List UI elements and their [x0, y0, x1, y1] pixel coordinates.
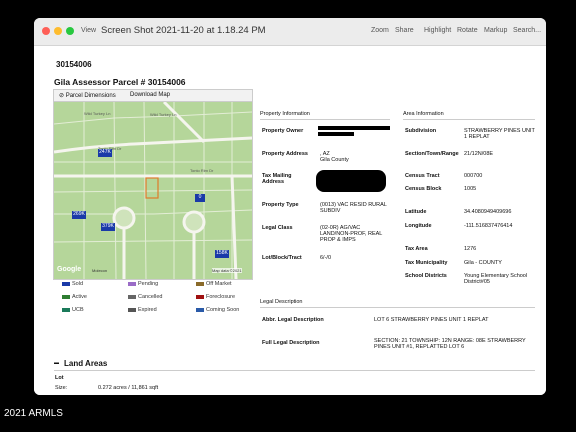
longitude-value: -111.516837476414: [464, 223, 513, 229]
redaction-bar: [316, 170, 386, 192]
share-button[interactable]: Share: [395, 27, 414, 34]
subdivision-label: Subdivision: [405, 128, 437, 134]
street-label: Wild Turkey Ln: [150, 112, 177, 117]
lot-block-tract-label: Lot/Block/Tract: [262, 255, 302, 261]
legend-sold: Sold: [62, 281, 83, 287]
full-legal-description-label: Full Legal Description: [262, 340, 320, 346]
copyright-notice: 2021 ARMLS: [4, 408, 63, 419]
legend-off-market: Off Market: [196, 281, 232, 287]
school-districts-label: School Districts: [405, 273, 447, 279]
page-heading: Gila Assessor Parcel # 30154006: [54, 77, 186, 87]
property-type-value: (0013) VAC RESID RURAL SUBDIV: [320, 202, 387, 214]
land-areas-icon: ▬: [54, 360, 59, 366]
street-label: Wild Turkey Ln: [84, 111, 111, 116]
map-data-attribution: Map data ©2021: [212, 268, 242, 273]
sold-marker[interactable]: 158K: [215, 250, 229, 258]
divider: [260, 307, 535, 308]
download-map-tab[interactable]: Download Map: [130, 92, 170, 98]
legal-class-label: Legal Class: [262, 225, 293, 231]
legend-active: Active: [62, 294, 87, 300]
divider: [403, 119, 535, 120]
full-legal-description-value: SECTION: 21 TOWNSHIP: 12N RANGE: 08E STR…: [374, 338, 526, 350]
coming-soon-swatch: [196, 307, 204, 312]
size-value: 0.272 acres / 11,861 sqft: [98, 385, 159, 391]
property-address-value: , AZ Gila County: [320, 151, 349, 163]
sold-swatch: [62, 281, 70, 286]
section-town-range-label: Section/Town/Range: [405, 151, 459, 157]
map-tab-bar: ⊘ Parcel Dimensions Download Map: [54, 90, 252, 102]
section-town-range-value: 21/12N/08E: [464, 151, 494, 157]
property-info-title: Property Information: [260, 111, 310, 117]
view-menu-button[interactable]: View: [81, 27, 96, 34]
size-label: Size:: [55, 385, 68, 391]
tax-mailing-address-label: Tax Mailing Address: [262, 173, 292, 185]
pending-swatch: [128, 281, 136, 286]
legend-pending: Pending: [128, 281, 158, 287]
legend-foreclosure: Foreclosure: [196, 294, 235, 300]
preview-window: View Screen Shot 2021-11-20 at 1.18.24 P…: [34, 18, 546, 395]
divider: [260, 119, 390, 120]
subdivision-value: STRAWBERRY PINES UNIT 1 REPLAT: [464, 128, 535, 140]
latitude-label: Latitude: [405, 209, 427, 215]
latitude-value: 34.4080949409696: [464, 209, 512, 215]
ucb-swatch: [62, 307, 70, 312]
active-swatch: [62, 294, 70, 299]
rotate-button[interactable]: Rotate: [457, 27, 478, 34]
sold-marker[interactable]: 0: [195, 194, 205, 202]
area-info-title: Area Information: [403, 111, 444, 117]
redaction-bar: [318, 132, 354, 136]
zoom-window-button[interactable]: [66, 27, 74, 35]
lot-block-tract-value: 6/-/0: [320, 255, 332, 261]
lot-subheading: Lot: [55, 375, 64, 381]
legal-description-title: Legal Description: [260, 299, 303, 305]
google-logo: Google: [57, 266, 82, 273]
markup-button[interactable]: Markup: [484, 27, 507, 34]
parcel-dimensions-tab[interactable]: ⊘ Parcel Dimensions: [59, 92, 116, 99]
longitude-label: Longitude: [405, 223, 432, 229]
molecon-attribution: Molecon: [92, 268, 108, 273]
zoom-button[interactable]: Zoom: [371, 27, 389, 34]
abbr-legal-description-label: Abbr. Legal Description: [262, 317, 324, 323]
window-title: Screen Shot 2021-11-20 at 1.18.24 PM: [101, 25, 266, 36]
property-owner-label: Property Owner: [262, 128, 304, 134]
census-block-label: Census Block: [405, 186, 442, 192]
property-type-label: Property Type: [262, 202, 299, 208]
divider: [54, 370, 535, 371]
map-panel: ⊘ Parcel Dimensions Download Map Rim Dr …: [53, 89, 253, 280]
off-market-swatch: [196, 281, 204, 286]
highlight-button[interactable]: Highlight: [424, 27, 451, 34]
abbr-legal-description-value: LOT 6 STRAWBERRY PINES UNIT 1 REPLAT: [374, 317, 489, 323]
census-tract-value: 000700: [464, 173, 483, 179]
redaction-bar: [318, 126, 390, 130]
land-areas-title: Land Areas: [64, 359, 108, 368]
title-bar: View Screen Shot 2021-11-20 at 1.18.24 P…: [34, 18, 546, 46]
parcel-map[interactable]: Tonto Rim Dr Tonto Rim Dr Wild Turkey Ln…: [54, 102, 252, 279]
legend-cancelled: Cancelled: [128, 294, 162, 300]
expired-swatch: [128, 307, 136, 312]
census-block-value: 1005: [464, 186, 477, 192]
sold-marker[interactable]: 269K: [72, 211, 86, 219]
property-address-label: Property Address: [262, 151, 308, 157]
tax-municipality-label: Tax Municipality: [405, 260, 448, 266]
sold-marker[interactable]: 247K: [98, 149, 112, 157]
tax-area-value: 1276: [464, 246, 477, 252]
legal-class-value: (02-0R) AG/VAC LAND/NON-PROF, REAL PROP …: [320, 225, 383, 243]
tax-area-label: Tax Area: [405, 246, 428, 252]
street-label: Tonto Rim Dr: [190, 168, 214, 173]
tax-municipality-value: Gila - COUNTY: [464, 260, 502, 266]
legend-coming-soon: Coming Soon: [196, 307, 239, 313]
school-districts-value: Young Elementary School District#05: [464, 273, 528, 285]
legend-ucb: UCB: [62, 307, 84, 313]
parcel-number: 30154006: [56, 60, 92, 69]
cancelled-swatch: [128, 294, 136, 299]
search-field[interactable]: Search...: [513, 27, 541, 34]
sold-marker[interactable]: 379K: [101, 223, 115, 231]
minimize-button[interactable]: [54, 27, 62, 35]
census-tract-label: Census Tract: [405, 173, 440, 179]
legend-expired: Expired: [128, 307, 157, 313]
close-button[interactable]: [42, 27, 50, 35]
foreclosure-swatch: [196, 294, 204, 299]
